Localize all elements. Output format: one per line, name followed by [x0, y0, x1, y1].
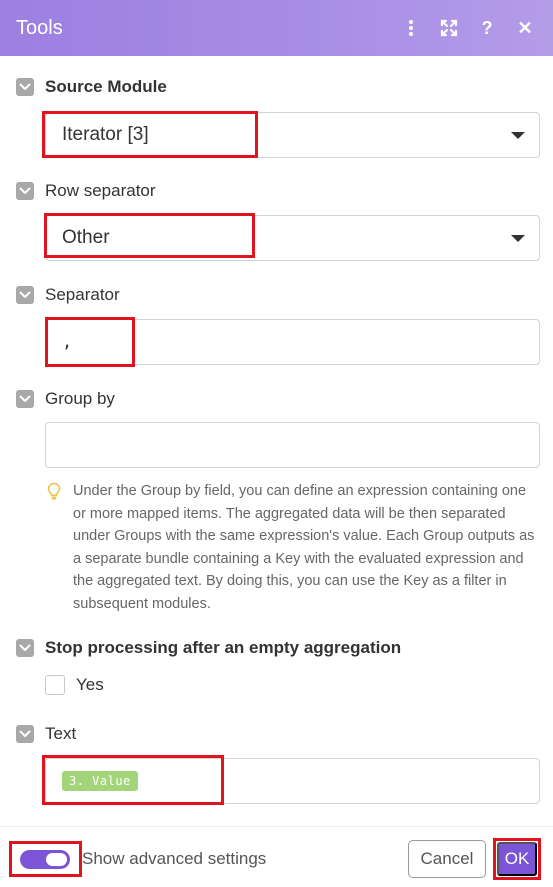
row-separator-label[interactable]: Row separator — [16, 181, 156, 201]
text-label-text: Text — [45, 724, 77, 743]
group-by-label-text: Group by — [45, 389, 115, 408]
expand-button[interactable] — [437, 16, 461, 40]
separator-label-text: Separator — [45, 285, 120, 304]
chevron-down-icon — [16, 639, 34, 657]
more-vertical-icon — [409, 20, 413, 36]
row-separator-value: Other — [62, 227, 110, 248]
text-input[interactable]: 3. Value — [45, 758, 540, 804]
expand-icon — [440, 19, 458, 37]
caret-down-icon — [511, 235, 525, 242]
lightbulb-icon — [47, 480, 65, 615]
chevron-down-icon — [16, 286, 34, 304]
cancel-button[interactable]: Cancel — [408, 840, 486, 878]
help-button[interactable]: ? — [475, 16, 499, 40]
separator-input[interactable]: , — [45, 319, 540, 365]
close-button[interactable]: ✕ — [513, 16, 537, 40]
more-options-button[interactable] — [399, 16, 423, 40]
panel-title: Tools — [16, 16, 63, 39]
group-by-label[interactable]: Group by — [16, 389, 115, 409]
caret-down-icon — [511, 132, 525, 139]
toggle-knob — [46, 853, 67, 866]
advanced-settings-toggle[interactable] — [20, 850, 70, 869]
chevron-down-icon — [16, 78, 34, 96]
stop-processing-label[interactable]: Stop processing after an empty aggregati… — [16, 638, 401, 658]
separator-value: , — [62, 332, 73, 352]
header-actions: ? ✕ — [399, 0, 537, 56]
chevron-down-icon — [16, 182, 34, 200]
separator-label[interactable]: Separator — [16, 285, 120, 305]
text-label[interactable]: Text — [16, 724, 76, 744]
ok-button[interactable]: OK — [497, 842, 537, 876]
panel-content: Source Module Iterator [3] Row separator… — [0, 56, 553, 826]
source-module-select[interactable]: Iterator [3] — [45, 112, 540, 158]
group-by-help: Under the Group by field, you can define… — [47, 480, 537, 615]
panel-footer: Show advanced settings Cancel OK — [0, 826, 553, 887]
stop-processing-yes-option[interactable]: Yes — [45, 675, 104, 695]
mapped-value-pill[interactable]: 3. Value — [62, 771, 138, 791]
source-module-label-text: Source Module — [45, 77, 167, 96]
row-separator-label-text: Row separator — [45, 181, 156, 200]
group-by-input[interactable] — [45, 422, 540, 468]
source-module-value: Iterator [3] — [62, 124, 149, 145]
source-module-label[interactable]: Source Module — [16, 77, 167, 97]
close-icon: ✕ — [517, 17, 533, 38]
stop-processing-yes-label: Yes — [76, 675, 104, 694]
advanced-settings-label[interactable]: Show advanced settings — [82, 849, 266, 869]
row-separator-select[interactable]: Other — [45, 215, 540, 261]
stop-processing-label-text: Stop processing after an empty aggregati… — [45, 638, 402, 657]
chevron-down-icon — [16, 390, 34, 408]
panel-header: Tools ? ✕ — [0, 0, 553, 56]
chevron-down-icon — [16, 725, 34, 743]
help-icon: ? — [481, 17, 493, 38]
stop-processing-checkbox[interactable] — [45, 675, 65, 695]
group-by-help-text: Under the Group by field, you can define… — [73, 483, 535, 612]
